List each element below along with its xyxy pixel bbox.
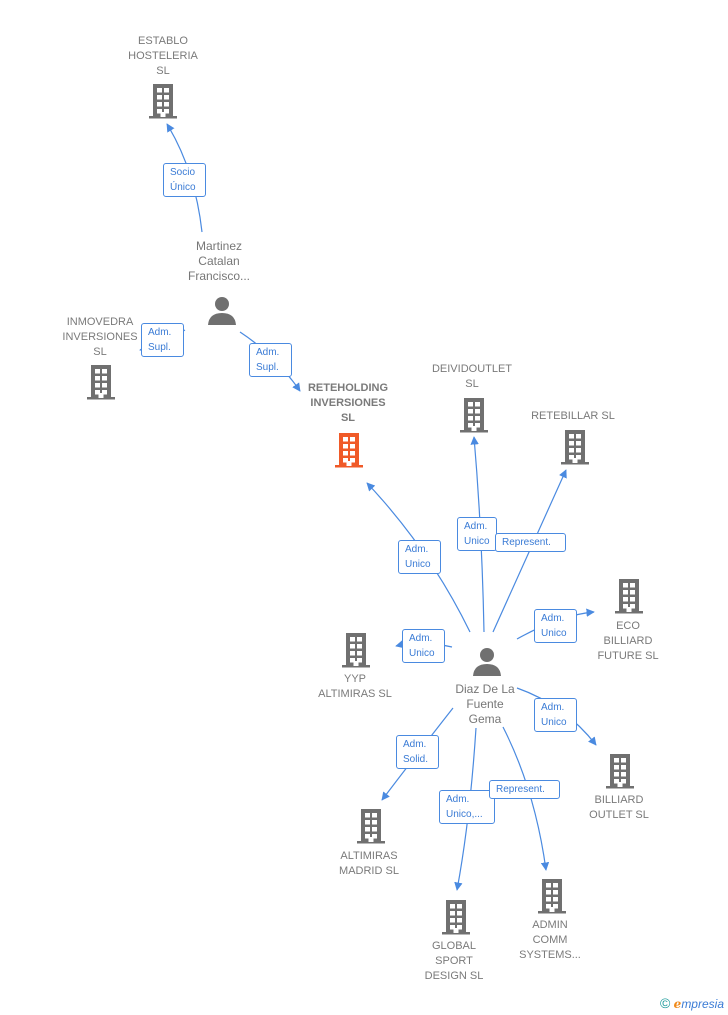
edge-label-line: Socio (170, 167, 196, 178)
person-icon[interactable] (207, 295, 237, 330)
node-label-retebillar[interactable]: RETEBILLAR SL (531, 409, 615, 424)
building-icon[interactable] (441, 899, 471, 940)
edge-label-yyp[interactable]: Adm. Unico (402, 629, 445, 663)
building-icon[interactable] (614, 578, 644, 619)
node-label-line: Diaz De La (455, 682, 515, 696)
building-icon[interactable] (605, 753, 635, 794)
node-label-line: ECO (616, 620, 640, 632)
edge-label-line: Unico (464, 536, 490, 547)
building-icon[interactable] (341, 632, 371, 673)
edge-label-line: Adm. (541, 702, 565, 713)
node-label-reteholding[interactable]: RETEHOLDING INVERSIONES SL (308, 381, 388, 426)
node-label-line: YYP (343, 673, 367, 685)
node-label-line: BILLIARD (594, 794, 644, 806)
node-label-line: SL (465, 378, 479, 390)
edge-label-altimiras_madrid[interactable]: Adm. Solid. (396, 735, 439, 769)
node-label-line: ALTIMIRAS SL (318, 688, 392, 700)
node-label-line: OUTLET SL (589, 809, 649, 821)
building-icon[interactable] (356, 808, 386, 849)
node-label-line: ALTIMIRAS (340, 850, 398, 862)
edge-label-deividoutlet[interactable]: Adm. Unico (457, 517, 497, 551)
edge-label-line: Supl. (256, 362, 279, 373)
node-label-line: Gema (468, 712, 502, 726)
node-label-line: BILLIARD (603, 635, 653, 647)
node-label-line: Francisco... (187, 269, 251, 283)
person-icon[interactable] (472, 646, 502, 681)
node-label-line: RETEBILLAR SL (531, 410, 615, 422)
brand-name: mpresia (681, 997, 724, 1011)
edge-label-line: Adm. (541, 613, 565, 624)
node-label-line: HOSTELERIA (128, 50, 198, 62)
node-label-yyp[interactable]: YYP ALTIMIRAS SL (318, 672, 392, 702)
edge-label-line: Adm. (464, 521, 488, 532)
node-label-establo[interactable]: ESTABLO HOSTELERIA SL (128, 34, 198, 79)
node-label-line: GLOBAL (431, 940, 477, 952)
building-icon[interactable] (537, 878, 567, 919)
edge-label-inmovedra[interactable]: Adm. Supl. (141, 323, 184, 357)
edge-label-global_sport[interactable]: Adm. Unico,... (439, 790, 495, 824)
edge-label-line: Adm. (403, 739, 427, 750)
building-icon[interactable] (86, 364, 116, 405)
node-label-line: INVERSIONES (310, 397, 386, 409)
node-label-line: FUTURE SL (597, 650, 659, 662)
node-label-line: MADRID SL (339, 865, 399, 877)
main-company-building-icon[interactable] (334, 432, 364, 473)
node-label-admin_comm[interactable]: ADMIN COMM SYSTEMS... (519, 918, 581, 963)
edge-label-line: Unico (541, 628, 567, 639)
node-label-billiard_outlet[interactable]: BILLIARD OUTLET SL (589, 793, 649, 823)
edge-label-line: Unico (541, 717, 567, 728)
node-label-martinez[interactable]: Martinez Catalan Francisco... (188, 239, 250, 284)
node-label-line: Fuente (466, 697, 504, 711)
edge-label-admin_comm[interactable]: Represent. (489, 780, 560, 799)
node-label-line: Catalan (198, 254, 240, 268)
edge-label-line: Adm. (405, 544, 429, 555)
node-label-line: SYSTEMS... (519, 949, 581, 961)
edge-label-line: Represent. (496, 784, 545, 795)
building-icon[interactable] (459, 397, 489, 438)
edge-label-line: Adm. (409, 633, 433, 644)
edge-label-line: Adm. (446, 794, 470, 805)
node-label-diaz[interactable]: Diaz De La Fuente Gema (455, 682, 514, 727)
edge-label-line: Adm. (148, 327, 172, 338)
edge-label-line: Adm. (256, 347, 280, 358)
node-label-eco[interactable]: ECO BILLIARD FUTURE SL (597, 619, 658, 664)
edge-label-line: Unico,... (446, 809, 483, 820)
edge-label-eco[interactable]: Adm. Unico (534, 609, 577, 643)
edge-label-retebillar[interactable]: Represent. (495, 533, 566, 552)
node-label-line: COMM (532, 934, 568, 946)
node-label-line: ADMIN (532, 919, 568, 931)
edge-label-line: Represent. (502, 537, 551, 548)
edge-label-reteholding[interactable]: Adm. Supl. (249, 343, 292, 377)
node-label-line: SL (156, 65, 170, 77)
empresia-logo: © empresia (660, 995, 724, 1011)
edge-label-reteholding[interactable]: Adm. Unico (398, 540, 441, 574)
edge-label-line: Único (170, 182, 196, 193)
edge-label-line: Supl. (148, 342, 171, 353)
node-label-line: SL (93, 346, 107, 358)
node-label-line: RETEHOLDING (307, 382, 389, 394)
node-label-altimiras_madrid[interactable]: ALTIMIRAS MADRID SL (339, 849, 399, 879)
building-icon[interactable] (148, 83, 178, 124)
node-label-line: INMOVEDRA (66, 316, 134, 328)
node-label-line: SPORT (435, 955, 473, 967)
node-label-deividoutlet[interactable]: DEIVIDOUTLET SL (432, 362, 512, 392)
node-label-line: Martinez (195, 239, 243, 253)
edge-label-line: Unico (409, 648, 435, 659)
building-icon[interactable] (560, 429, 590, 470)
node-label-line: SL (340, 412, 356, 424)
node-label-line: DESIGN SL (424, 970, 484, 982)
edge-label-line: Solid. (403, 754, 429, 765)
node-label-line: INVERSIONES (62, 331, 138, 343)
node-label-line: DEIVIDOUTLET (431, 363, 513, 375)
node-label-inmovedra[interactable]: INMOVEDRA INVERSIONES SL (62, 315, 137, 360)
edge-label-line: Unico (405, 559, 431, 570)
node-label-line: ESTABLO (138, 35, 188, 47)
edge-label-billiard_outlet[interactable]: Adm. Unico (534, 698, 577, 732)
edge-label-establo[interactable]: Socio Único (163, 163, 206, 197)
copyright-symbol: © (660, 995, 671, 1011)
node-label-global_sport[interactable]: GLOBAL SPORT DESIGN SL (425, 939, 484, 984)
network-diagram: © empresia Socio Único Adm. Supl. Adm. Supl. A… (0, 0, 728, 1015)
